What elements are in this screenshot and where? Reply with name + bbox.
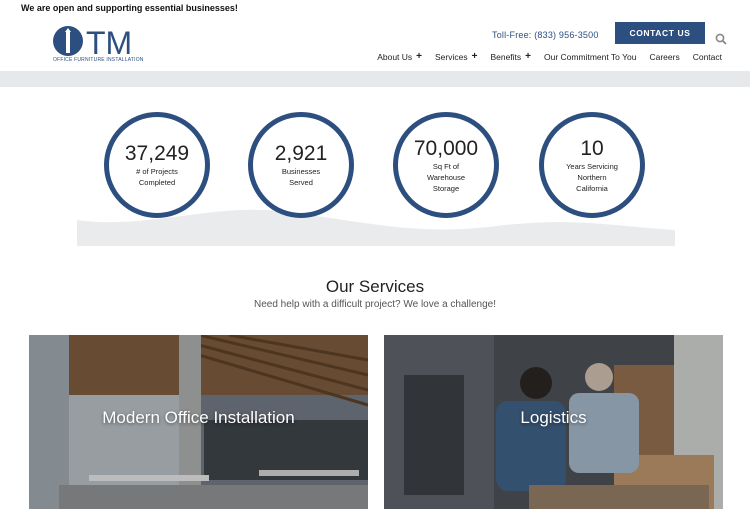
stat-label: # of Projects Completed — [136, 167, 178, 187]
contact-us-button[interactable]: CONTACT US — [615, 22, 705, 44]
service-card-title: Logistics — [520, 408, 587, 427]
service-card-logistics[interactable]: Logistics — [384, 335, 723, 509]
nav-about-us[interactable]: About Us + — [377, 52, 422, 63]
stat-warehouse-storage: 70,000 Sq Ft of Warehouse Storage — [393, 112, 499, 218]
search-icon[interactable] — [715, 33, 727, 45]
stat-number: 70,000 — [413, 136, 479, 160]
nav-label: Contact — [692, 52, 722, 62]
services-subheading: Need help with a difficult project? We l… — [254, 299, 496, 310]
service-card-modern-office[interactable]: Modern Office Installation — [29, 335, 368, 509]
nav-contact[interactable]: Contact — [693, 52, 722, 62]
stat-number: 37,249 — [124, 142, 190, 165]
svg-text:TM: TM — [86, 26, 132, 61]
stat-number: 2,921 — [274, 142, 328, 165]
main-nav: About Us + Services + Benefits + Our Commit… — [364, 52, 722, 63]
nav-label: Benefits — [490, 52, 522, 62]
nav-label: About Us — [377, 52, 413, 62]
nav-services[interactable]: Services + — [435, 52, 478, 63]
plus-icon[interactable]: + — [416, 52, 422, 62]
nav-benefits[interactable]: Benefits + — [490, 52, 531, 63]
service-card-title: Modern Office Installation — [102, 408, 295, 427]
stat-projects-completed: 37,249 # of Projects Completed — [104, 112, 210, 218]
stat-label: Sq Ft of Warehouse Storage — [426, 161, 466, 193]
plus-icon[interactable]: + — [472, 52, 478, 62]
header-divider-band — [0, 71, 750, 87]
plus-icon[interactable]: + — [525, 52, 531, 62]
tollfree-phone-link[interactable]: Toll-Free: (833) 956-3500 — [492, 30, 599, 40]
nav-label: Our Commitment To You — [544, 52, 637, 62]
stat-label: Businesses Served — [281, 167, 321, 187]
nav-our-commitment[interactable]: Our Commitment To You — [544, 52, 636, 62]
nav-label: Services — [435, 52, 468, 62]
stat-years-servicing: 10 Years Servicing Northern California — [539, 112, 645, 218]
services-heading: Our Services — [325, 277, 425, 296]
stat-businesses-served: 2,921 Businesses Served — [248, 112, 354, 218]
stat-number: 10 — [580, 136, 604, 160]
nav-careers[interactable]: Careers — [649, 52, 679, 62]
nav-label: Careers — [649, 52, 680, 62]
stat-label: Years Servicing Northern California — [566, 161, 618, 193]
announcement-bar: We are open and supporting essential bus… — [21, 3, 238, 13]
logo-tagline: OFFICE FURNITURE INSTALLATION — [53, 57, 144, 63]
